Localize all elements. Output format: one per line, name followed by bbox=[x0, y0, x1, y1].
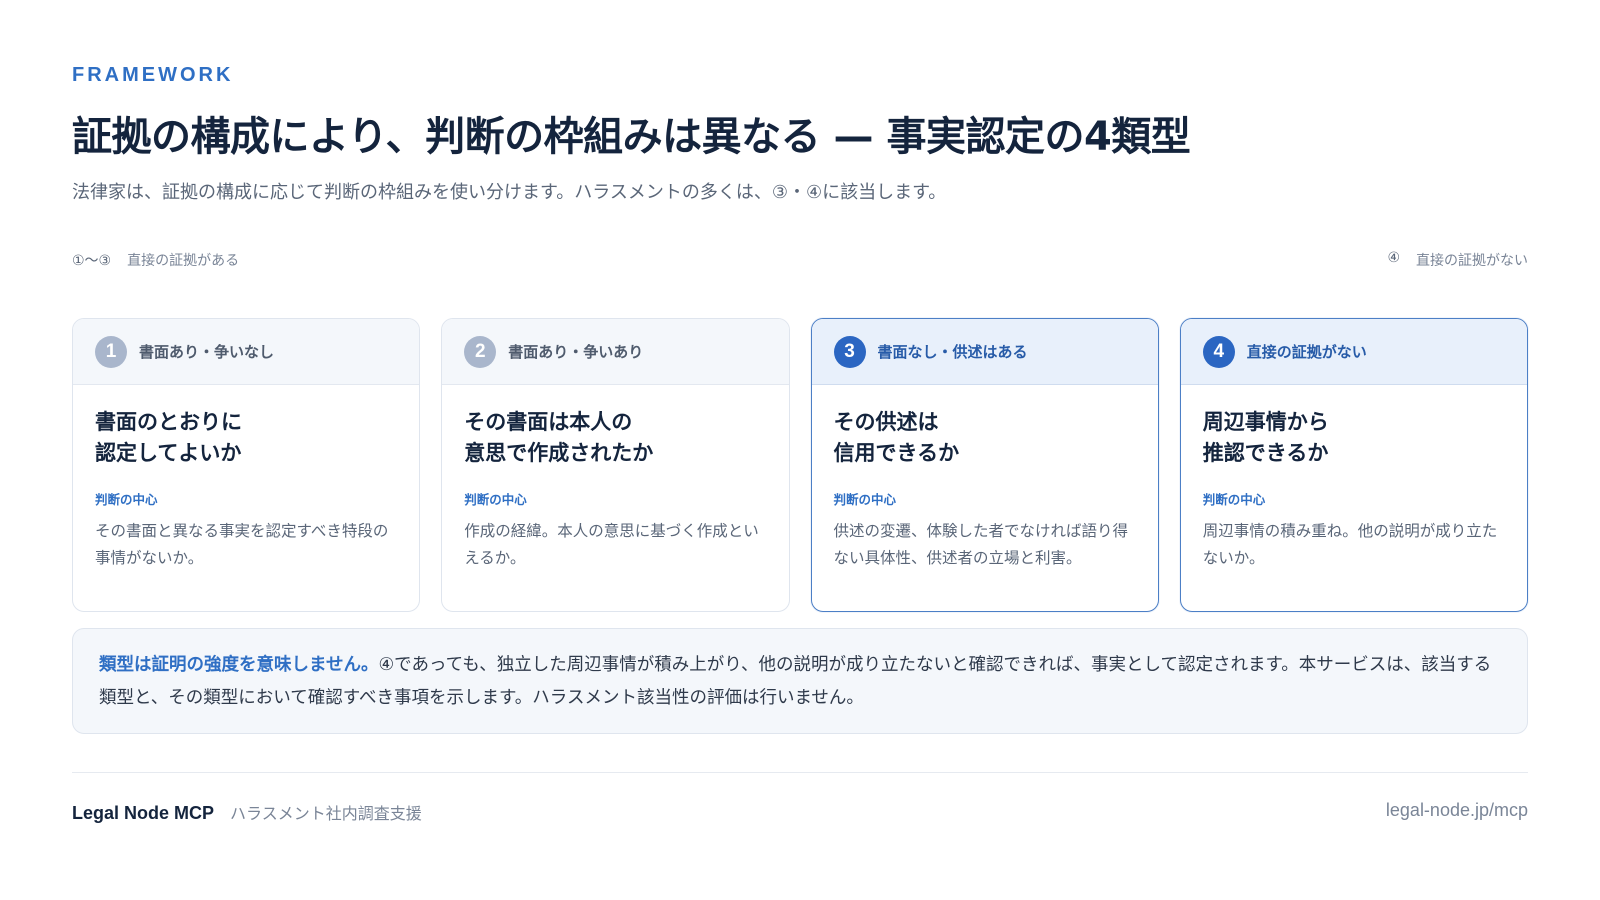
card-question: その書面は本人の 意思で作成されたか bbox=[464, 410, 654, 465]
range-right-mark: ④ bbox=[1387, 250, 1400, 266]
card-header-label: 書面あり・争いなし bbox=[139, 343, 275, 361]
range-right-label: 直接の証拠がない bbox=[1416, 253, 1528, 269]
type-card-3: 3 書面なし・供述はある その供述は 信用できるか 判断の中心 供述の変遷、体験… bbox=[810, 318, 1159, 612]
footer-url[interactable]: legal-node.jp/mcp bbox=[1386, 800, 1528, 821]
card-description: 供述の変遷、体験した者でなければ語り得ない具体性、供述者の立場と利害。 bbox=[833, 522, 1129, 567]
card-header-label: 書面なし・供述はある bbox=[877, 343, 1028, 361]
card-header: 2 書面あり・争いあり bbox=[442, 319, 789, 385]
number-badge: 4 bbox=[1202, 335, 1235, 368]
range-left: ①〜③ 直接の証拠がある bbox=[72, 250, 239, 270]
slide: FRAMEWORK 証拠の構成により、判断の枠組みは異なる — 事実認定の4類型… bbox=[72, 0, 1528, 900]
brand-subtitle: ハラスメント社内調査支援 bbox=[230, 804, 422, 823]
card-description: その書面と異なる事実を認定すべき特段の事情がないか。 bbox=[95, 522, 389, 567]
card-header-label: 直接の証拠がない bbox=[1246, 343, 1367, 361]
eyebrow-label: FRAMEWORK bbox=[72, 64, 234, 86]
range-left-label: 直接の証拠がある bbox=[127, 253, 240, 269]
card-question: その供述は 信用できるか bbox=[833, 410, 960, 465]
card-header: 4 直接の証拠がない bbox=[1180, 319, 1527, 385]
card-key-label: 判断の中心 bbox=[1202, 492, 1266, 507]
page-subtitle: 法律家は、証拠の構成に応じて判断の枠組みを使い分けます。ハラスメントの多くは、③… bbox=[72, 182, 947, 203]
card-header: 3 書面なし・供述はある bbox=[811, 319, 1158, 385]
type-card-4: 4 直接の証拠がない 周辺事情から 推認できるか 判断の中心 周辺事情の積み重ね… bbox=[1179, 318, 1528, 612]
number-badge: 3 bbox=[833, 335, 866, 368]
range-left-mark: ①〜③ bbox=[72, 253, 112, 269]
card-key-label: 判断の中心 bbox=[833, 492, 897, 507]
type-card-2: 2 書面あり・争いあり その書面は本人の 意思で作成されたか 判断の中心 作成の… bbox=[441, 318, 790, 612]
card-header: 1 書面あり・争いなし bbox=[73, 319, 420, 385]
type-cards: 1 書面あり・争いなし 書面のとおりに 認定してよいか 判断の中心 その書面と異… bbox=[72, 318, 1528, 612]
card-description: 周辺事情の積み重ね。他の説明が成り立たないか。 bbox=[1202, 522, 1498, 567]
note-emphasis: 類型は証明の強度を意味しません。 bbox=[99, 655, 379, 675]
card-description: 作成の経緯。本人の意思に基づく作成といえるか。 bbox=[464, 522, 759, 567]
card-body: その供述は 信用できるか 判断の中心 供述の変遷、体験した者でなければ語り得ない… bbox=[812, 385, 1158, 572]
range-right: ④ 直接の証拠がない bbox=[1387, 250, 1528, 270]
page-title: 証拠の構成により、判断の枠組みは異なる — 事実認定の4類型 bbox=[72, 114, 1191, 160]
note-box: 類型は証明の強度を意味しません。④であっても、独立した周辺事情が積み上がり、他の… bbox=[72, 628, 1528, 734]
footer-brand: Legal Node MCP ハラスメント社内調査支援 bbox=[72, 800, 422, 824]
brand-name: Legal Node MCP bbox=[72, 803, 215, 823]
card-question: 書面のとおりに 認定してよいか bbox=[95, 410, 242, 465]
card-body: 周辺事情から 推認できるか 判断の中心 周辺事情の積み重ね。他の説明が成り立たな… bbox=[1181, 385, 1527, 572]
card-question: 周辺事情から 推認できるか bbox=[1202, 410, 1329, 465]
footer-divider bbox=[72, 772, 1528, 773]
type-card-1: 1 書面あり・争いなし 書面のとおりに 認定してよいか 判断の中心 その書面と異… bbox=[72, 318, 421, 612]
card-body: 書面のとおりに 認定してよいか 判断の中心 その書面と異なる事実を認定すべき特段… bbox=[73, 385, 419, 572]
card-header-label: 書面あり・争いあり bbox=[508, 343, 644, 361]
card-key-label: 判断の中心 bbox=[95, 492, 158, 507]
number-badge: 2 bbox=[464, 335, 497, 368]
card-key-label: 判断の中心 bbox=[464, 492, 527, 507]
number-badge: 1 bbox=[95, 335, 127, 368]
card-body: その書面は本人の 意思で作成されたか 判断の中心 作成の経緯。本人の意思に基づく… bbox=[442, 385, 788, 572]
